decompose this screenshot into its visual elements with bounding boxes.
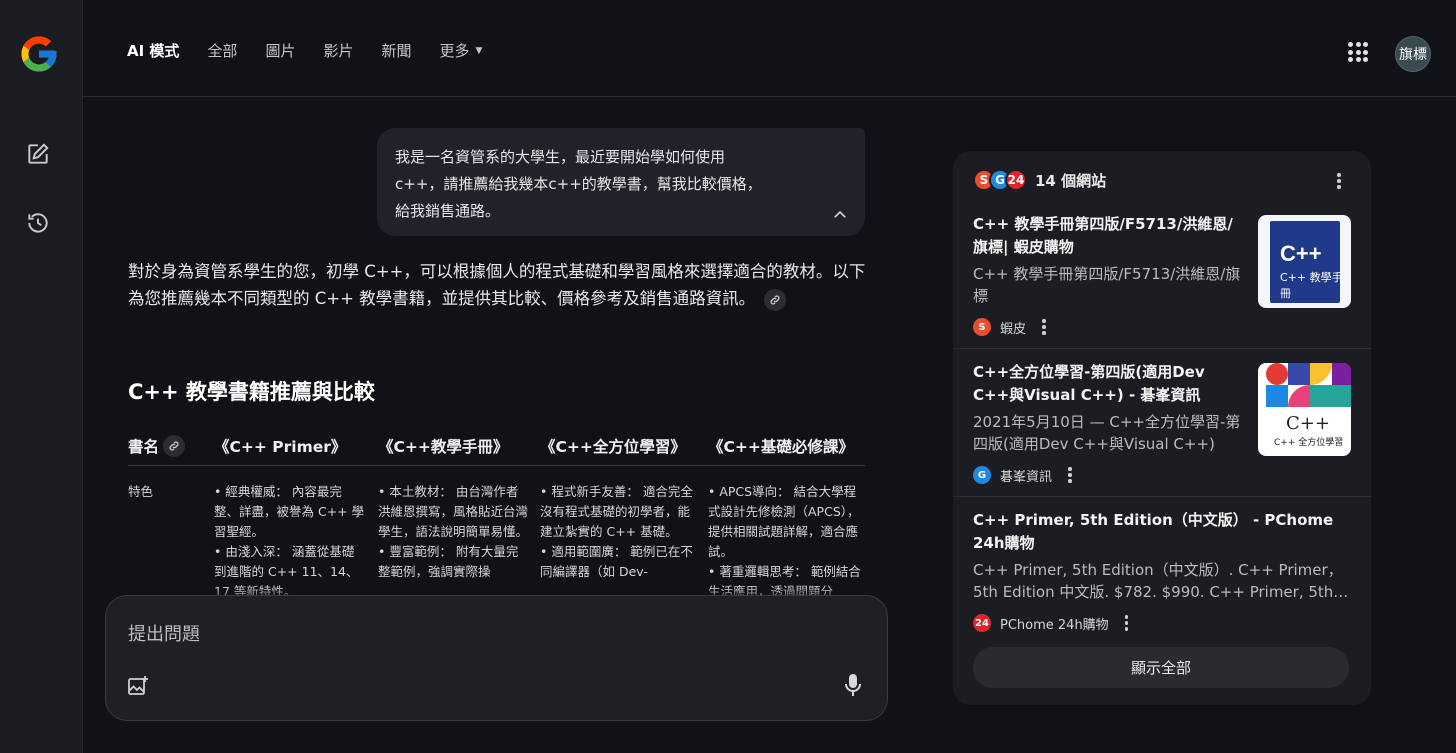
mic-icon[interactable] bbox=[841, 672, 865, 698]
composer: 提出問題 bbox=[105, 595, 888, 721]
citation-link-button[interactable] bbox=[163, 435, 186, 457]
section-title: C++ 教學書籍推薦與比較 bbox=[128, 380, 375, 404]
comparison-table: 書名 《C++ Primer》 《C++教學手冊》 《C++全方位學習》 《C+… bbox=[128, 432, 865, 602]
tab-label: 新聞 bbox=[381, 42, 412, 60]
source-snippet: C++ 教學手冊第四版/F5713/洪維恩/旗標 bbox=[973, 265, 1241, 305]
source-site: S 蝦皮 bbox=[973, 317, 1351, 337]
header-cell: 《C++教學手冊》 bbox=[378, 438, 509, 456]
citation-link-button[interactable] bbox=[764, 288, 787, 311]
source-item[interactable]: C++ 教學手冊第四版/F5713/洪維恩/旗標| 蝦皮購物 C++ 教學手冊第… bbox=[973, 213, 1351, 337]
divider bbox=[953, 496, 1371, 497]
tab-label: 影片 bbox=[323, 42, 354, 60]
header-cell: 書名 bbox=[128, 432, 214, 460]
tab-label: 圖片 bbox=[265, 42, 296, 60]
tab-ai-mode[interactable]: AI 模式 bbox=[127, 40, 179, 61]
more-vert-icon[interactable] bbox=[1337, 173, 1341, 191]
sources-panel: S G 24 14 個網站 C++ 教學手冊第四版/F5713/洪維恩/旗標| … bbox=[953, 151, 1371, 705]
header-cell: 《C++ Primer》 bbox=[214, 438, 347, 456]
tab-label: AI 模式 bbox=[127, 42, 180, 60]
cell-text: • 經典權威： 內容最完整、詳盡，被譽為 C++ 學習聖經。 bbox=[214, 484, 365, 539]
source-title[interactable]: C++ Primer, 5th Edition（中文版） - PChome 24… bbox=[973, 509, 1351, 555]
source-site: G 碁峯資訊 bbox=[973, 465, 1351, 485]
table-header: 書名 《C++ Primer》 《C++教學手冊》 《C++全方位學習》 《C+… bbox=[128, 432, 865, 466]
tab-more[interactable]: 更多 ▼ bbox=[439, 40, 482, 61]
apps-grid-icon[interactable] bbox=[1348, 42, 1368, 62]
source-item[interactable]: C++全方位學習-第四版(適用Dev C++與Visual C++) - 碁峯資… bbox=[973, 361, 1351, 485]
cell-text: • 程式新手友善： 適合完全沒有程式基礎的初學者，能建立紮實的 C++ 基礎。 bbox=[540, 484, 693, 539]
link-icon bbox=[169, 441, 179, 451]
tab-images[interactable]: 圖片 bbox=[265, 40, 295, 61]
query-line: 給我銷售通路。 bbox=[395, 202, 501, 220]
query-line: c++，請推薦給我幾本c++的教學書，幫我比較價格， bbox=[395, 175, 762, 193]
more-vert-icon[interactable] bbox=[1124, 615, 1129, 633]
source-item[interactable]: C++ Primer, 5th Edition（中文版） - PChome 24… bbox=[973, 509, 1351, 633]
source-title[interactable]: C++全方位學習-第四版(適用Dev C++與Visual C++) - 碁峯資… bbox=[973, 361, 1243, 407]
book-thumbnail: C++ C++ 全方位學習 bbox=[1258, 363, 1351, 456]
book-thumbnail: C++ C++ 教學手冊 bbox=[1258, 215, 1351, 308]
link-icon bbox=[770, 294, 780, 305]
tab-videos[interactable]: 影片 bbox=[323, 40, 353, 61]
header-cell: 《C++基礎必修課》 bbox=[708, 438, 854, 456]
left-rail bbox=[0, 0, 83, 753]
answer-text: 對於身為資管系學生的您，初學 C++，可以根據個人的程式基礎和學習風格來選擇適合… bbox=[128, 262, 866, 308]
cell-text: • 適用範圍廣： 範例已在不同編譯器（如 Dev- bbox=[540, 544, 693, 579]
table-cell: • APCS導向： 結合大學程式設計先修檢測（APCS），提供相關試題詳解，適合… bbox=[708, 482, 865, 602]
table-cell: • 程式新手友善： 適合完全沒有程式基礎的初學者，能建立紮實的 C++ 基礎。 … bbox=[540, 482, 708, 602]
header-label: 書名 bbox=[128, 438, 160, 456]
cell-text: • 豐富範例： 附有大量完整範例，強調實際操 bbox=[378, 544, 519, 579]
avatar[interactable]: 旗標 bbox=[1395, 36, 1431, 72]
cell-text: • APCS導向： 結合大學程式設計先修檢測（APCS），提供相關試題詳解，適合… bbox=[708, 484, 860, 559]
google-logo-icon[interactable] bbox=[18, 33, 60, 75]
cell-text: • 本土教材： 由台灣作者洪維恩撰寫，風格貼近台灣學生，語法說明簡單易懂。 bbox=[378, 484, 529, 539]
table-cell: • 經典權威： 內容最完整、詳盡，被譽為 C++ 學習聖經。 • 由淺入深： 涵… bbox=[214, 482, 378, 602]
table-row: 特色 • 經典權威： 內容最完整、詳盡，被譽為 C++ 學習聖經。 • 由淺入深… bbox=[128, 466, 865, 602]
answer-intro: 對於身為資管系學生的您，初學 C++，可以根據個人的程式基礎和學習風格來選擇適合… bbox=[128, 258, 868, 312]
gotop-favicon-icon: G bbox=[973, 466, 991, 484]
source-snippet: C++ Primer, 5th Edition（中文版）. C++ Primer… bbox=[973, 561, 1349, 601]
history-button[interactable] bbox=[22, 207, 54, 239]
pchome-favicon-icon: 24 bbox=[973, 614, 991, 632]
source-site: 24 PChome 24h購物 bbox=[973, 613, 1351, 633]
user-query-bubble: 我是一名資管系的大學生，最近要開始學如何使用 c++，請推薦給我幾本c++的教學… bbox=[377, 128, 865, 236]
source-snippet: 2021年5月10日 — C++全方位學習-第四版(適用Dev C++與Visu… bbox=[973, 413, 1241, 453]
add-image-icon[interactable] bbox=[126, 674, 150, 698]
more-vert-icon[interactable] bbox=[1042, 319, 1046, 337]
top-bar: AI 模式 全部 圖片 影片 新聞 更多 ▼ 旗標 bbox=[83, 0, 1456, 97]
site-name: 蝦皮 bbox=[1000, 321, 1027, 337]
thumb-text: C++ 全方位學習 bbox=[1274, 438, 1344, 448]
query-line: 我是一名資管系的大學生，最近要開始學如何使用 bbox=[395, 148, 726, 166]
question-input[interactable]: 提出問題 bbox=[128, 620, 200, 646]
collapse-chevron-icon[interactable] bbox=[831, 206, 849, 224]
tab-all[interactable]: 全部 bbox=[207, 40, 237, 61]
history-icon bbox=[28, 213, 48, 233]
search-tabs: AI 模式 全部 圖片 影片 新聞 更多 ▼ bbox=[127, 40, 510, 61]
table-cell: • 本土教材： 由台灣作者洪維恩撰寫，風格貼近台灣學生，語法說明簡單易懂。 • … bbox=[378, 482, 540, 602]
pchome-favicon-icon: 24 bbox=[1005, 169, 1027, 191]
site-name: PChome 24h購物 bbox=[1000, 617, 1109, 633]
shopee-favicon-icon: S bbox=[973, 318, 991, 336]
show-all-button[interactable]: 顯示全部 bbox=[973, 647, 1349, 688]
sources-header[interactable]: S G 24 14 個網站 bbox=[973, 169, 1106, 191]
divider bbox=[953, 348, 1371, 349]
header-cell: 《C++全方位學習》 bbox=[540, 438, 686, 456]
tab-news[interactable]: 新聞 bbox=[381, 40, 411, 61]
edit-icon bbox=[28, 143, 49, 164]
caret-down-icon: ▼ bbox=[475, 45, 483, 56]
new-chat-button[interactable] bbox=[22, 138, 54, 170]
sources-count: 14 個網站 bbox=[1035, 171, 1107, 190]
more-vert-icon[interactable] bbox=[1068, 467, 1072, 485]
thumb-text: C++ 教學手冊 bbox=[1280, 271, 1343, 300]
source-title[interactable]: C++ 教學手冊第四版/F5713/洪維恩/旗標| 蝦皮購物 bbox=[973, 213, 1243, 259]
tab-label: 全部 bbox=[207, 42, 238, 60]
site-name: 碁峯資訊 bbox=[1000, 469, 1053, 485]
tab-label: 更多 bbox=[439, 42, 470, 60]
row-label: 特色 bbox=[128, 484, 154, 499]
